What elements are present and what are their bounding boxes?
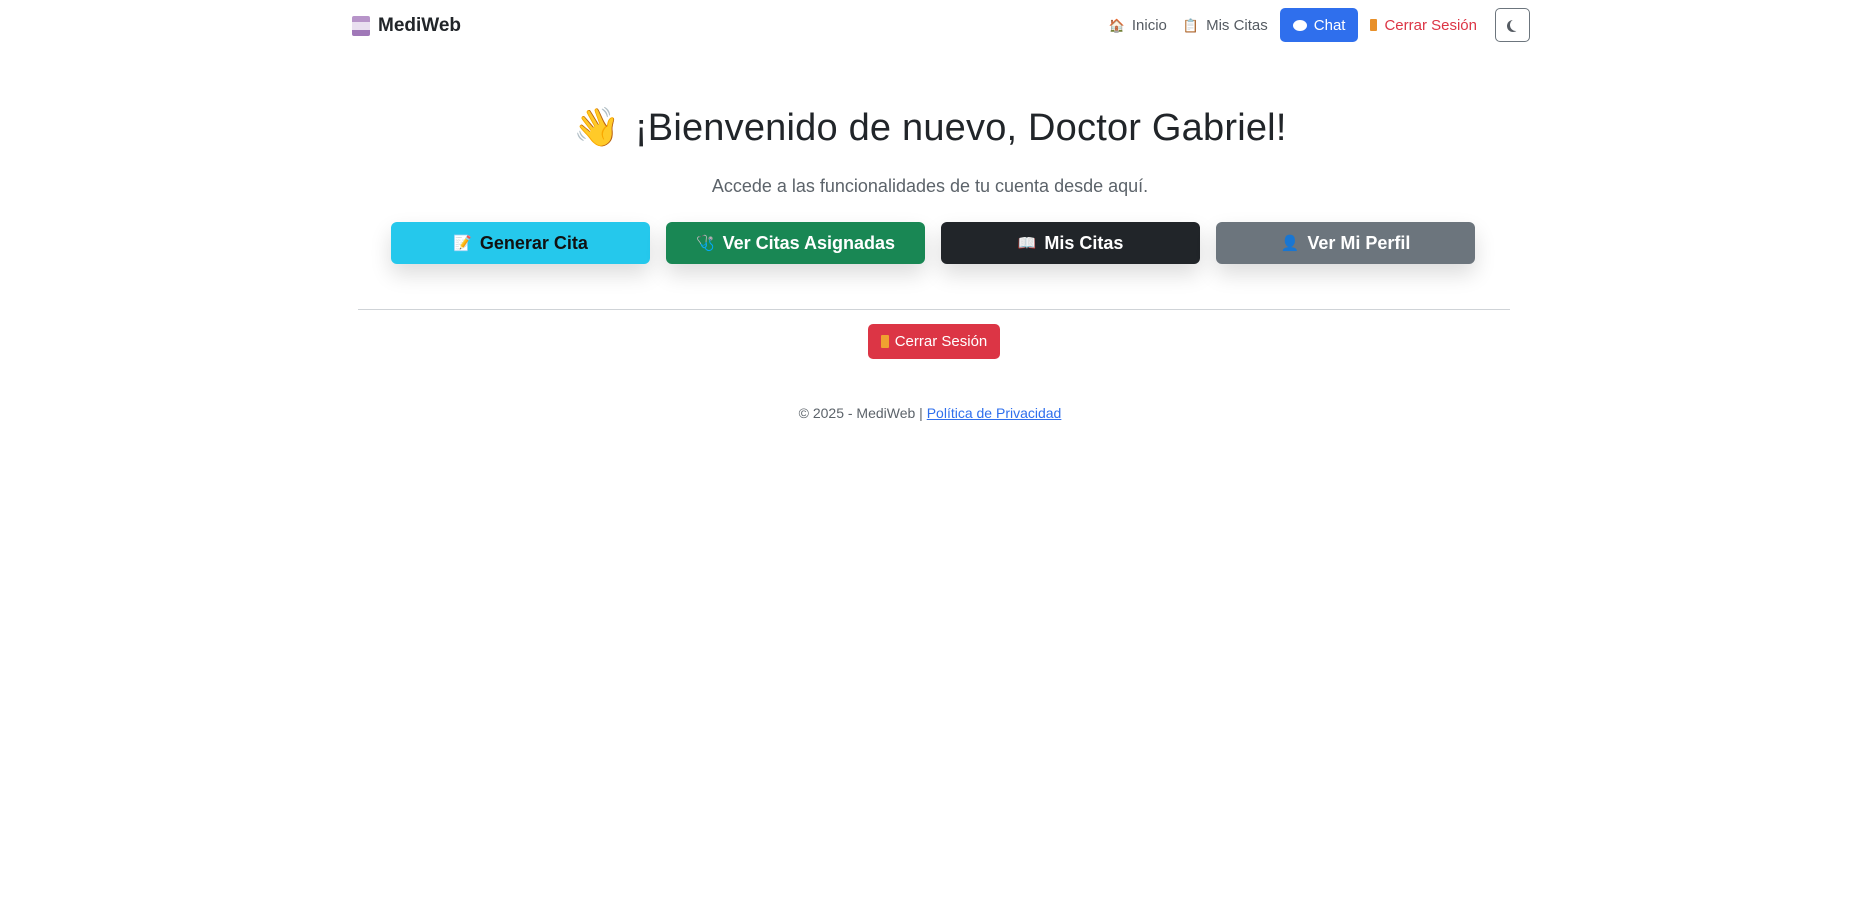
generar-cita-label: Generar Cita [479,232,588,253]
door-icon [880,335,889,348]
mis-citas-label: Mis Citas [1044,232,1124,253]
ver-citas-asignadas-label: Ver Citas Asignadas [722,232,896,253]
brand-name: MediWeb [378,15,462,36]
chat-bubble-icon [1292,19,1307,31]
chat-label: Chat [1313,16,1346,34]
nav-inicio[interactable]: 🏠 Inicio [1101,8,1175,42]
clipboard-icon [352,16,370,36]
waving-hand-icon: 👋 [573,107,621,149]
stethoscope-icon: 🩺 [695,234,715,252]
page-title: 👋 ¡Bienvenido de nuevo, Doctor Gabriel! [0,106,1860,150]
generar-cita-button[interactable]: 📝 Generar Cita [391,222,650,264]
nav-mis-citas-label: Mis Citas [1206,16,1268,34]
memo-icon: 📝 [453,234,472,252]
privacy-policy-link[interactable]: Política de Privacidad [927,405,1062,421]
footer-copyright: © 2025 - MediWeb | [798,405,923,421]
ver-mi-perfil-button[interactable]: 👤 Ver Mi Perfil [1216,222,1475,264]
nav-inicio-label: Inicio [1131,16,1167,34]
door-icon [1370,19,1378,31]
ver-citas-asignadas-button[interactable]: 🩺 Ver Citas Asignadas [666,222,925,264]
brand-link[interactable]: MediWeb [352,12,461,40]
nav-logout[interactable]: Cerrar Sesión [1362,8,1485,42]
nav-links: 🏠 Inicio 📋 Mis Citas Chat Cerrar Sesión [1101,8,1530,42]
footer: © 2025 - MediWeb | Política de Privacida… [0,405,1860,421]
nav-mis-citas[interactable]: 📋 Mis Citas [1175,8,1276,42]
divider [358,309,1510,310]
moon-icon [1510,19,1522,31]
house-icon: 🏠 [1108,17,1125,33]
clipboard-icon: 📋 [1182,17,1200,33]
welcome-text: ¡Bienvenido de nuevo, Doctor Gabriel! [634,107,1287,149]
chat-button[interactable]: Chat [1279,8,1359,42]
book-icon: 📖 [1017,234,1037,252]
user-icon: 👤 [1280,234,1300,252]
logout-button-label: Cerrar Sesión [894,333,988,350]
mis-citas-button[interactable]: 📖 Mis Citas [941,222,1200,264]
page-subtitle: Accede a las funcionalidades de tu cuent… [711,176,1149,196]
theme-toggle-button[interactable] [1495,8,1530,42]
navbar: MediWeb 🏠 Inicio 📋 Mis Citas Chat Cerrar… [0,0,1860,52]
nav-logout-label: Cerrar Sesión [1384,16,1477,34]
ver-mi-perfil-label: Ver Mi Perfil [1307,232,1411,253]
logout-button[interactable]: Cerrar Sesión [868,324,1000,359]
